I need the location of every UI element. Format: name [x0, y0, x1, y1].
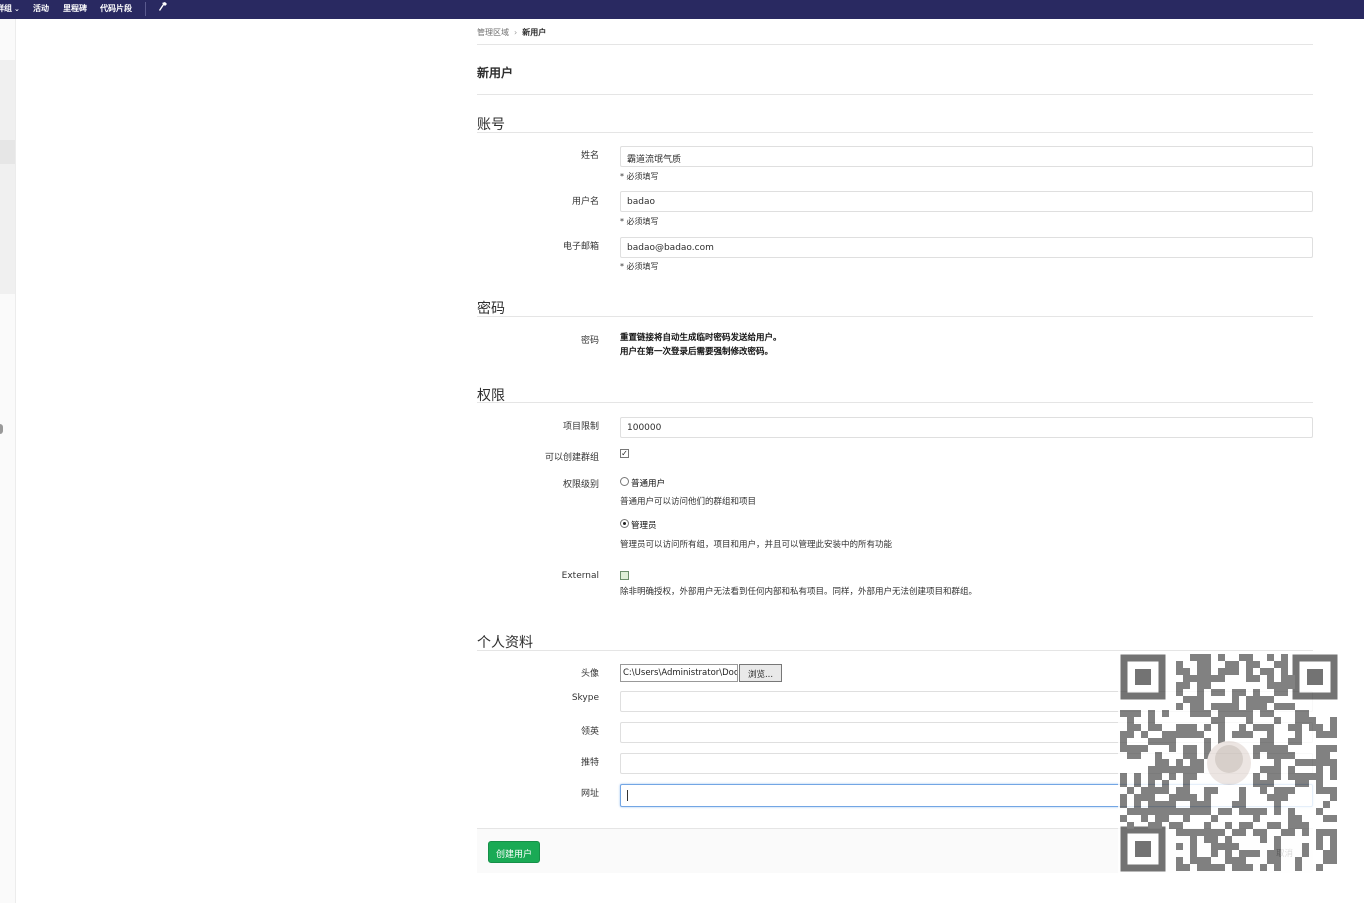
- chevron-down-icon: ⌄: [14, 5, 20, 13]
- admin-wrench-icon[interactable]: [158, 1, 168, 15]
- password-info-line2: 用户在第一次登录后需要强制修改密码。: [620, 347, 774, 357]
- linkedin-label: 领英: [580, 727, 599, 737]
- breadcrumb-admin-area[interactable]: 管理区域: [477, 28, 509, 37]
- sidebar-active-item[interactable]: [0, 140, 15, 164]
- name-label: 姓名: [580, 151, 599, 161]
- sidebar: [0, 19, 16, 903]
- avatar-browse-button[interactable]: 浏览...: [739, 664, 782, 682]
- name-field[interactable]: 霸道流氓气质: [620, 146, 1313, 167]
- admin-description: 管理员可以访问所有组，项目和用户，并且可以管理此安装中的所有功能: [620, 540, 893, 550]
- section-account-title: 账号: [477, 117, 505, 133]
- divider: [477, 132, 1313, 133]
- projects-limit-label: 项目限制: [562, 422, 599, 432]
- username-label: 用户名: [571, 197, 599, 207]
- username-field[interactable]: badao: [620, 191, 1313, 212]
- regular-user-description: 普通用户可以访问他们的群组和项目: [620, 497, 757, 507]
- regular-user-radio-label[interactable]: 普通用户: [631, 477, 665, 489]
- divider: [477, 94, 1313, 95]
- password-info-line1: 重置链接将自动生成临时密码发送给用户。: [620, 333, 782, 343]
- external-checkbox[interactable]: [620, 571, 629, 580]
- skype-label: Skype: [571, 693, 599, 703]
- sidebar-collapse-icon[interactable]: [0, 424, 3, 434]
- avatar-label: 头像: [580, 669, 599, 679]
- admin-radio[interactable]: [620, 519, 629, 528]
- breadcrumb: 管理区域 › 新用户: [477, 27, 546, 38]
- nav-groups[interactable]: 群组⌄: [0, 3, 20, 14]
- external-label: External: [561, 571, 599, 581]
- username-required-hint: * 必须填写: [620, 217, 659, 226]
- top-navbar: 群组⌄ 活动 里程碑 代码片段: [0, 0, 1364, 19]
- section-profile-title: 个人资料: [477, 635, 533, 651]
- email-required-hint: * 必须填写: [620, 262, 659, 271]
- avatar-file-path[interactable]: C:\Users\Administrator\Doc: [620, 664, 738, 682]
- divider: [477, 316, 1313, 317]
- admin-radio-label[interactable]: 管理员: [631, 519, 657, 531]
- qr-code-image: [1118, 652, 1340, 874]
- password-label: 密码: [580, 336, 599, 346]
- projects-limit-field[interactable]: 100000: [620, 417, 1313, 438]
- nav-divider: [145, 2, 146, 16]
- divider: [477, 44, 1313, 45]
- email-label: 电子邮箱: [562, 242, 599, 252]
- breadcrumb-current: 新用户: [522, 28, 547, 37]
- website-label: 网址: [580, 789, 599, 799]
- can-create-group-checkbox[interactable]: ✓: [620, 449, 629, 458]
- divider: [477, 650, 1313, 651]
- can-create-group-label: 可以创建群组: [544, 453, 599, 463]
- external-description: 除非明确授权，外部用户无法看到任何内部和私有项目。同样，外部用户无法创建项目和群…: [620, 587, 978, 597]
- email-field[interactable]: badao@badao.com: [620, 237, 1313, 258]
- divider: [477, 402, 1313, 403]
- checkmark-icon: ✓: [621, 449, 628, 458]
- section-password-title: 密码: [477, 301, 505, 317]
- access-level-label: 权限级别: [562, 480, 599, 490]
- name-required-hint: * 必须填写: [620, 172, 659, 181]
- text-caret: [627, 790, 628, 801]
- nav-milestones[interactable]: 里程碑: [63, 3, 87, 14]
- nav-snippets[interactable]: 代码片段: [100, 3, 132, 14]
- page-title: 新用户: [477, 66, 514, 80]
- nav-activity[interactable]: 活动: [33, 3, 49, 14]
- create-user-button[interactable]: 创建用户: [488, 841, 540, 863]
- breadcrumb-separator-icon: ›: [514, 28, 518, 37]
- password-info: 重置链接将自动生成临时密码发送给用户。 用户在第一次登录后需要强制修改密码。: [620, 331, 782, 359]
- twitter-label: 推特: [580, 758, 599, 768]
- regular-user-radio[interactable]: [620, 477, 629, 486]
- sidebar-panel: [0, 60, 15, 294]
